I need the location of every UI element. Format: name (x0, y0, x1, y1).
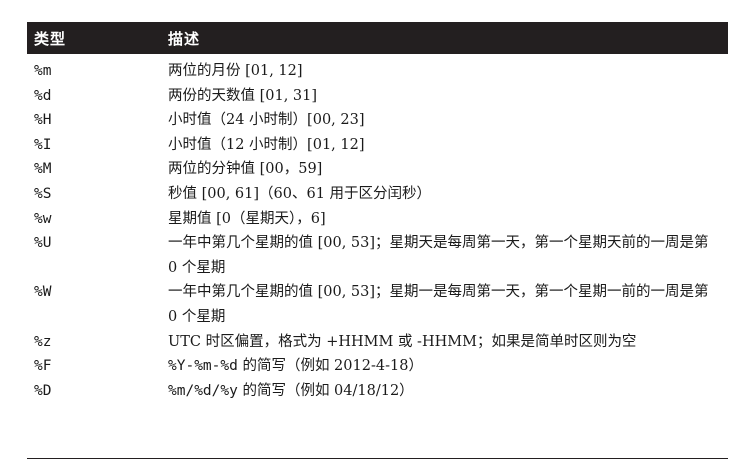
format-description: UTC 时区偏置，格式为 +HHMM 或 -HHMM；如果是简单时区则为空 (168, 333, 637, 350)
format-description-text: 的简写（例如 2012-4-18） (237, 358, 423, 375)
table-row: %I 小时值（12 小时制）[01, 12] (27, 133, 728, 158)
format-description: 秒值 [00, 61]（60、61 用于区分闰秒） (168, 185, 432, 202)
format-code: %w (34, 210, 52, 227)
table-row: %F %Y-%m-%d 的简写（例如 2012-4-18） (27, 354, 728, 379)
table-header: 类型 描述 (27, 22, 728, 54)
table-row: %S 秒值 [00, 61]（60、61 用于区分闰秒） (27, 182, 728, 207)
format-code: %H (34, 112, 52, 129)
format-description: 两位的月份 [01, 12] (168, 63, 303, 79)
format-description: 一年中第几个星期的值 [00, 53]；星期天是每周第一天，第一个星期天前的一周… (168, 235, 709, 276)
format-description: 一年中第几个星期的值 [00, 53]；星期一是每周第一天，第一个星期一前的一周… (168, 284, 709, 325)
table-row: %W 一年中第几个星期的值 [00, 53]；星期一是每周第一天，第一个星期一前… (27, 280, 728, 329)
header-description: 描述 (168, 29, 201, 48)
table-row: %M 两位的分钟值 [00，59] (27, 157, 728, 182)
table-row: %U 一年中第几个星期的值 [00, 53]；星期天是每周第一天，第一个星期天前… (27, 231, 728, 280)
table-row: %H 小时值（24 小时制）[00, 23] (27, 108, 728, 133)
format-code: %I (34, 136, 52, 153)
format-description: %m/%d/%y 的简写（例如 04/18/12） (161, 379, 728, 404)
format-description: 两位的分钟值 [00，59] (168, 161, 323, 178)
format-description: %Y-%m-%d 的简写（例如 2012-4-18） (161, 354, 728, 379)
table-row: %w 星期值 [0（星期天），6] (27, 207, 728, 232)
table-row: %m 两位的月份 [01, 12] (27, 54, 728, 84)
header-type: 类型 (34, 29, 67, 48)
header-row: 类型 描述 (27, 22, 728, 54)
format-code: %U (34, 235, 52, 252)
format-code: %M (34, 161, 52, 178)
format-description: 小时值（12 小时制）[01, 12] (168, 136, 365, 153)
format-description: 小时值（24 小时制）[00, 23] (168, 112, 365, 129)
format-code: %z (34, 333, 52, 350)
format-description-text: 的简写（例如 04/18/12） (237, 382, 414, 399)
table-body: %m 两位的月份 [01, 12] %d 两份的天数值 [01, 31] %H … (27, 54, 728, 403)
table-row: %D %m/%d/%y 的简写（例如 04/18/12） (27, 379, 728, 404)
format-codes-table: 类型 描述 %m 两位的月份 [01, 12] %d 两份的天数值 [01, 3… (27, 22, 728, 403)
table-row: %z UTC 时区偏置，格式为 +HHMM 或 -HHMM；如果是简单时区则为空 (27, 330, 728, 355)
format-code: %d (34, 87, 52, 104)
format-code: %W (34, 284, 52, 301)
format-code: %S (34, 185, 52, 202)
format-description: 两份的天数值 [01, 31] (168, 87, 318, 104)
format-code: %F (34, 358, 52, 375)
table-row: %d 两份的天数值 [01, 31] (27, 84, 728, 109)
format-code: %m (34, 63, 52, 79)
format-code: %D (34, 382, 52, 399)
format-example-code: %Y-%m-%d (168, 358, 238, 375)
format-example-code: %m/%d/%y (168, 382, 238, 399)
format-description: 星期值 [0（星期天），6] (168, 210, 326, 227)
table-bottom-rule (27, 458, 728, 459)
